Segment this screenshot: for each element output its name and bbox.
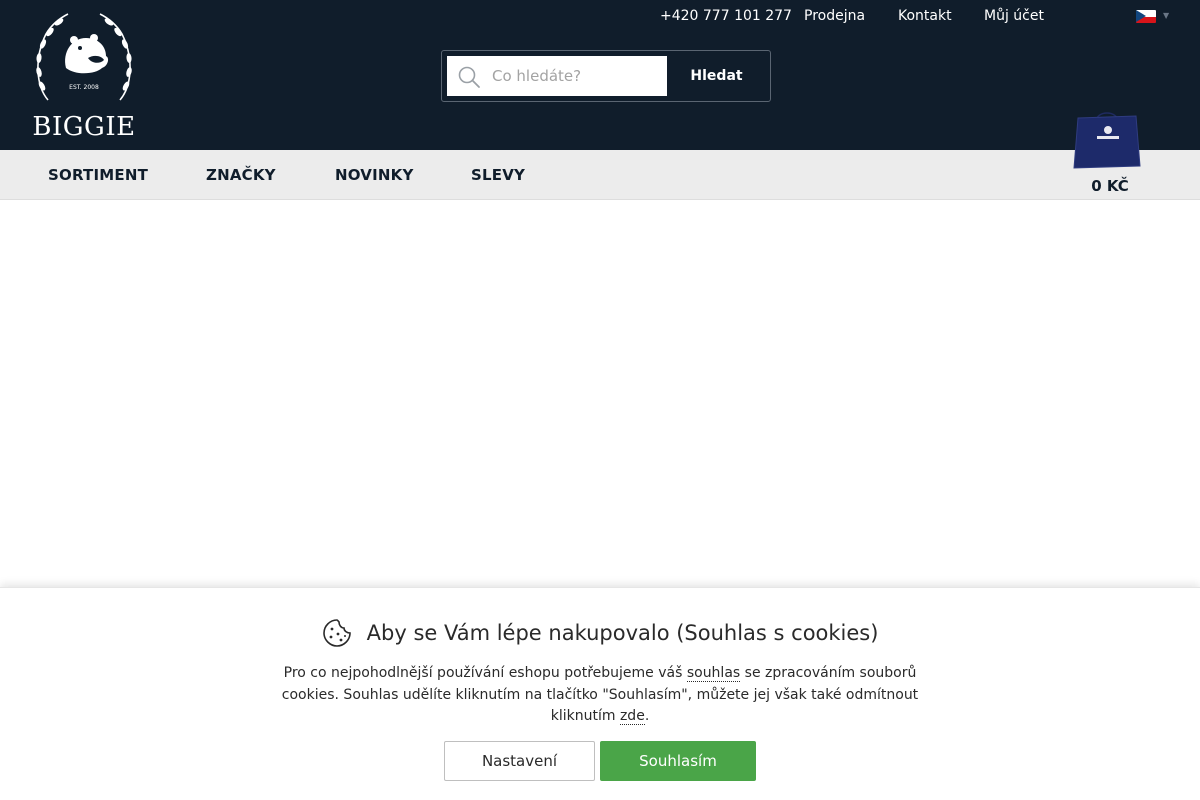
store-link[interactable]: Prodejna: [804, 7, 865, 25]
account-link[interactable]: Můj účet: [984, 7, 1044, 25]
nav-item-znacky[interactable]: ZNAČKY: [206, 166, 276, 184]
cookie-header: Aby se Vám lépe nakupovalo (Souhlas s co…: [0, 618, 1200, 648]
search-button[interactable]: Hledat: [667, 56, 766, 96]
cookie-accept-button[interactable]: Souhlasím: [600, 741, 756, 781]
cart-total: 0 KČ: [1091, 177, 1129, 195]
shopping-bag-icon: [1073, 112, 1141, 169]
cookie-icon: [322, 619, 351, 647]
contact-link[interactable]: Kontakt: [898, 7, 952, 25]
search-form: Hledat: [441, 50, 771, 102]
logo-wordmark: BIGGIE: [32, 112, 136, 142]
nav-item-slevy[interactable]: SLEVY: [471, 166, 525, 184]
cookie-consent-bar: Aby se Vám lépe nakupovalo (Souhlas s co…: [0, 587, 1200, 800]
cookie-settings-button[interactable]: Nastavení: [444, 741, 595, 781]
czech-flag-icon: [1136, 10, 1156, 23]
reject-here-link[interactable]: zde: [619, 708, 645, 725]
nav-item-novinky[interactable]: NOVINKY: [335, 166, 414, 184]
cookie-title: Aby se Vám lépe nakupovalo (Souhlas s co…: [366, 621, 879, 645]
search-icon: [458, 66, 480, 88]
search-input[interactable]: [487, 56, 663, 96]
cookie-text: Pro co nejpohodlnější používání eshopu p…: [281, 665, 919, 725]
consent-link[interactable]: souhlas: [686, 665, 741, 682]
svg-text:EST. 2008: EST. 2008: [69, 84, 99, 91]
phone-link[interactable]: +420 777 101 277: [660, 7, 792, 25]
main-navigation: SORTIMENT ZNAČKY NOVINKY SLEVY: [0, 150, 1200, 200]
site-header: EST. 2008 BIGGIE +420 777 101 277 Prodej…: [0, 0, 1200, 150]
cart-button[interactable]: 0 KČ: [1068, 108, 1152, 200]
nav-item-sortiment[interactable]: SORTIMENT: [48, 166, 148, 184]
search-field-wrapper: [447, 56, 667, 96]
chevron-down-icon: ▼: [1163, 11, 1170, 20]
